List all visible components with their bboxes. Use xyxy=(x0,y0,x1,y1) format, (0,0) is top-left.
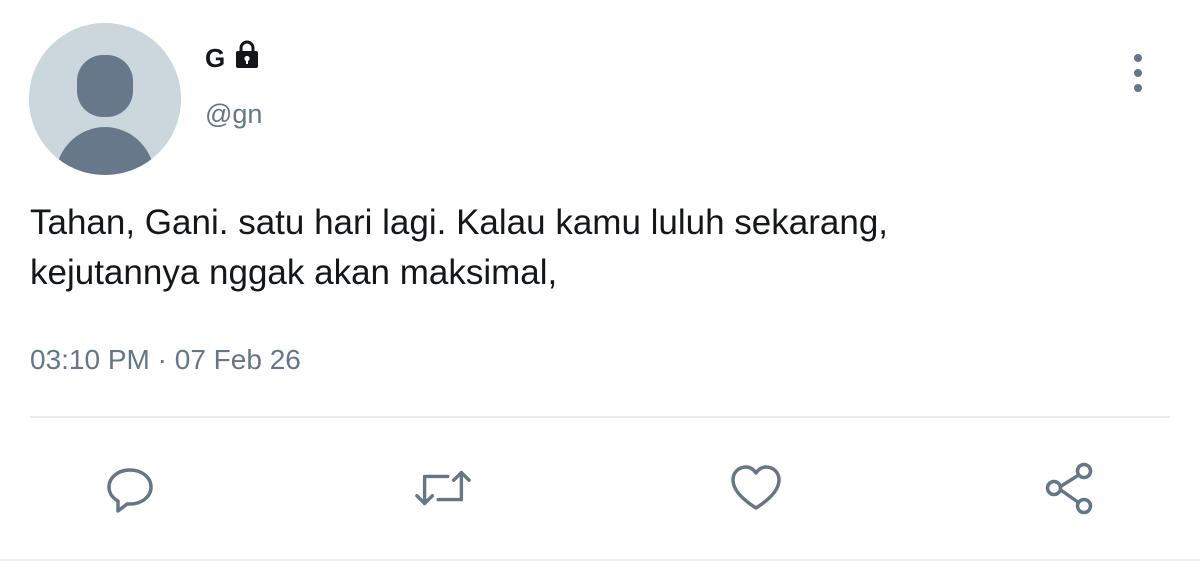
tweet-text-line: Tahan, Gani. satu hari lagi. Kalau kamu … xyxy=(30,203,889,242)
user-name-row: G xyxy=(205,40,263,76)
reply-button[interactable] xyxy=(100,458,160,518)
display-name[interactable]: G xyxy=(205,40,225,76)
avatar[interactable] xyxy=(29,23,181,175)
bottom-divider xyxy=(0,559,1200,561)
divider xyxy=(30,416,1170,418)
like-button[interactable] xyxy=(726,458,786,518)
tweet-time: 03:10 PM xyxy=(30,344,150,375)
user-handle[interactable]: @gn xyxy=(205,96,262,132)
share-button[interactable] xyxy=(1040,458,1100,518)
tweet-text: Tahan, Gani. satu hari lagi. Kalau kamu … xyxy=(30,198,1150,298)
default-avatar-icon xyxy=(29,23,181,175)
tweet-text-line: kejutannya nggak akan maksimal, xyxy=(30,253,558,292)
meta-separator: · xyxy=(157,344,167,375)
tweet-meta: 03:10 PM · 07 Feb 26 xyxy=(30,340,301,380)
tweet-date: 07 Feb 26 xyxy=(174,344,301,375)
share-icon xyxy=(1045,462,1093,515)
more-vertical-icon[interactable] xyxy=(1125,52,1151,94)
reply-icon xyxy=(107,468,153,513)
lock-icon xyxy=(231,38,263,70)
retweet-button[interactable] xyxy=(413,458,473,518)
like-icon xyxy=(731,465,781,510)
retweet-icon xyxy=(415,470,471,506)
